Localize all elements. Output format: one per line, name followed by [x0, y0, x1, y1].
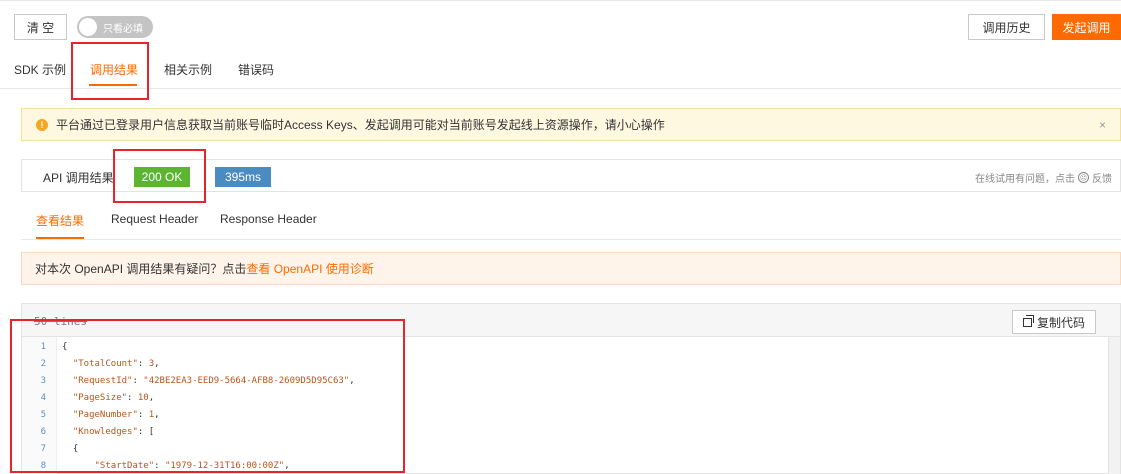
result-subtabs: 查看结果 Request Header Response Header — [21, 202, 1121, 240]
toggle-label: 只看必填 — [103, 23, 143, 35]
copy-code-button[interactable]: 复制代码 — [1012, 310, 1096, 334]
toolbar: 清 空 只看必填 调用历史 发起调用 — [0, 0, 1121, 52]
invoke-button[interactable]: 发起调用 — [1052, 14, 1121, 40]
close-icon[interactable]: × — [1099, 118, 1106, 132]
vertical-scrollbar[interactable] — [1108, 337, 1120, 474]
active-subtab-indicator — [36, 237, 84, 239]
history-button[interactable]: 调用历史 — [968, 14, 1045, 40]
diagnosis-link[interactable]: 查看 OpenAPI 使用诊断 — [246, 262, 373, 276]
tab-response-header[interactable]: Response Header — [220, 212, 317, 226]
highlight-box-status — [113, 149, 206, 203]
clear-button[interactable]: 清 空 — [14, 14, 67, 40]
diagnosis-prefix: 对本次 OpenAPI 调用结果有疑问？点击 — [35, 262, 247, 276]
main-tabs: SDK 示例 调用结果 相关示例 错误码 — [0, 52, 1121, 89]
copy-label: 复制代码 — [1036, 315, 1085, 330]
diagnosis-banner: 对本次 OpenAPI 调用结果有疑问？点击查看 OpenAPI 使用诊断 — [21, 252, 1121, 285]
toggle-knob — [79, 18, 97, 36]
tab-error-codes[interactable]: 错误码 — [238, 61, 274, 78]
tab-request-header[interactable]: Request Header — [111, 212, 198, 226]
sad-face-icon: ☹ — [1078, 172, 1089, 183]
diagnosis-text: 对本次 OpenAPI 调用结果有疑问？点击查看 OpenAPI 使用诊断 — [35, 260, 374, 277]
required-only-toggle[interactable]: 只看必填 — [77, 16, 153, 38]
copy-icon — [1022, 314, 1034, 327]
tab-related-examples[interactable]: 相关示例 — [164, 61, 212, 78]
warning-icon: ! — [36, 118, 48, 131]
highlight-box-tab — [71, 42, 149, 100]
feedback-link[interactable]: 在线试用有问题，点击 ☹ 反馈 — [975, 170, 1112, 185]
highlight-box-code — [10, 319, 405, 473]
result-label: API 调用结果 — [43, 171, 114, 185]
duration-badge: 395ms — [215, 167, 271, 187]
tab-sdk-example[interactable]: SDK 示例 — [14, 61, 66, 78]
feedback-label: 反馈 — [1092, 174, 1112, 185]
feedback-prefix: 在线试用有问题，点击 — [975, 174, 1075, 185]
warning-banner: ! 平台通过已登录用户信息获取当前账号临时Access Keys、发起调用可能对… — [21, 108, 1121, 141]
tab-view-result[interactable]: 查看结果 — [36, 212, 84, 229]
warning-text: 平台通过已登录用户信息获取当前账号临时Access Keys、发起调用可能对当前… — [56, 118, 665, 132]
